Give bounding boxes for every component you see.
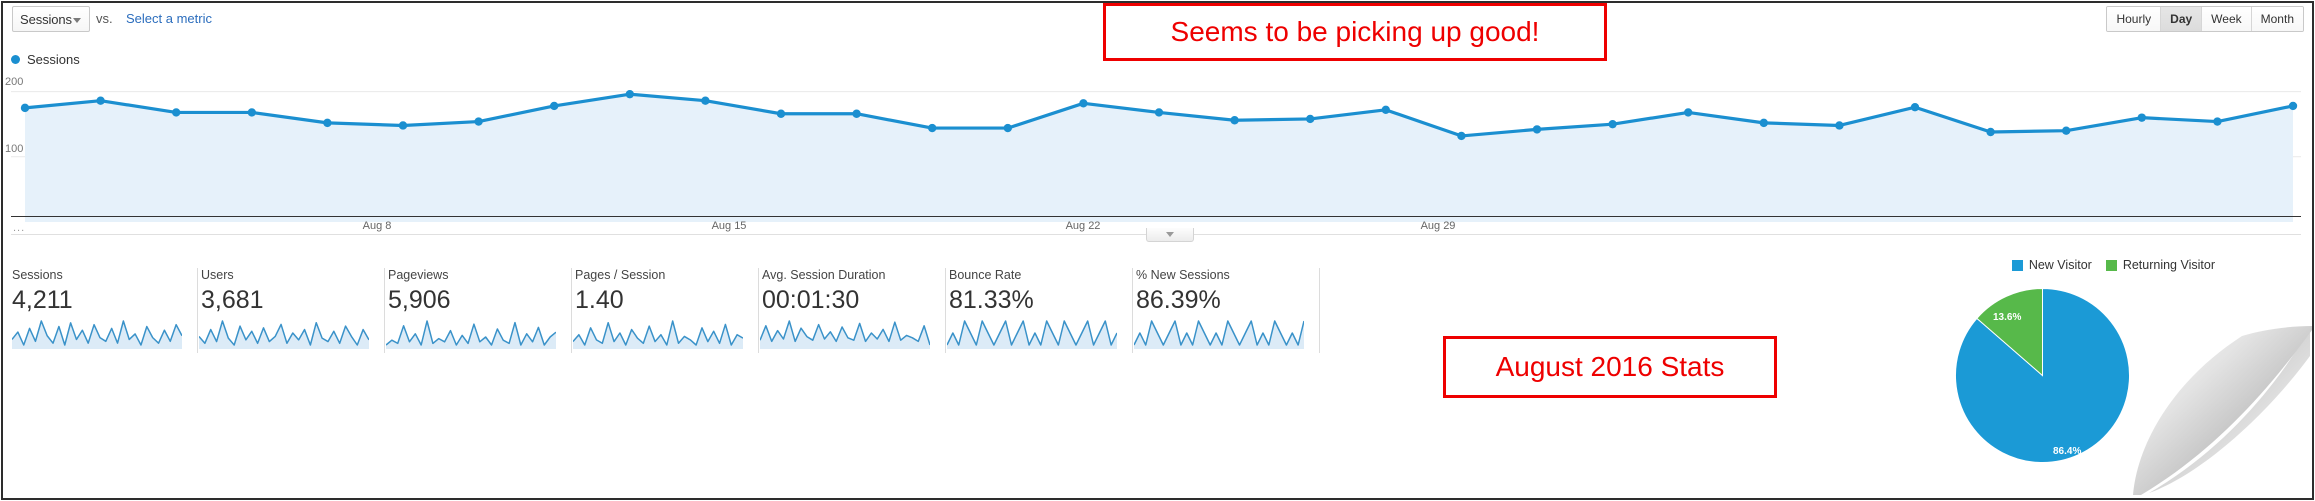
x-axis-tick-aug8: Aug 8 <box>362 220 392 232</box>
x-axis-leading-ellipsis: ... <box>13 222 26 234</box>
x-axis-tick-aug15: Aug 15 <box>711 220 747 232</box>
series-legend-label: Sessions <box>27 52 80 67</box>
metric-card-percent-new-sessions[interactable]: % New Sessions 86.39% <box>1133 268 1320 353</box>
metric-label: Avg. Session Duration <box>762 268 886 282</box>
visitor-type-pie-chart[interactable]: 86.4% 13.6% <box>1955 287 2130 463</box>
pie-slice-value-returning-visitor: 13.6% <box>1993 312 2022 323</box>
metric-label: Users <box>201 268 234 282</box>
granularity-hourly-button[interactable]: Hourly <box>2107 7 2162 31</box>
sessions-trend-chart-svg <box>11 89 2301 222</box>
sparkline <box>573 320 743 349</box>
chevron-down-icon <box>1166 232 1174 237</box>
annotation-callout-top: Seems to be picking up good! <box>1103 3 1607 61</box>
sparkline <box>1134 320 1304 349</box>
vs-label: vs. <box>96 11 113 26</box>
metric-value: 00:01:30 <box>762 286 860 314</box>
annotation-callout-bottom: August 2016 Stats <box>1443 336 1777 398</box>
visitor-pie-svg <box>1955 287 2130 463</box>
y-axis-tick-100: 100 <box>5 143 24 155</box>
granularity-day-button[interactable]: Day <box>2161 7 2203 31</box>
analytics-overview-screenshot: Sessions vs. Select a metric Hourly Day … <box>0 0 2315 501</box>
visitor-pie-legend: New Visitor Returning Visitor <box>2011 258 2215 272</box>
chart-expand-handle[interactable] <box>1146 228 1194 242</box>
metric-label: Pageviews <box>388 268 449 282</box>
series-color-dot-icon <box>11 55 20 64</box>
pie-slice-value-new-visitor: 86.4% <box>2053 446 2082 457</box>
metric-label: Pages / Session <box>575 268 666 282</box>
metric-value: 5,906 <box>388 286 451 314</box>
metric-card-pages-per-session[interactable]: Pages / Session 1.40 <box>572 268 759 353</box>
sparkline <box>199 320 369 349</box>
primary-metric-selector[interactable]: Sessions <box>12 6 90 32</box>
series-legend: Sessions <box>11 52 80 67</box>
sparkline <box>947 320 1117 349</box>
legend-label-new-visitor: New Visitor <box>2028 258 2092 272</box>
select-a-metric-link[interactable]: Select a metric <box>126 11 212 26</box>
metric-value: 4,211 <box>12 286 73 314</box>
legend-swatch-returning-visitor-icon <box>2105 259 2117 271</box>
metric-label: Sessions <box>12 268 63 282</box>
x-axis-tick-aug29: Aug 29 <box>1420 220 1456 232</box>
chevron-down-icon <box>73 18 81 23</box>
metric-value: 1.40 <box>575 286 624 314</box>
x-axis-tick-aug22: Aug 22 <box>1065 220 1101 232</box>
y-axis-tick-200: 200 <box>5 76 24 88</box>
sparkline <box>760 320 930 349</box>
legend-label-returning-visitor: Returning Visitor <box>2122 258 2215 272</box>
legend-swatch-new-visitor-icon <box>2011 259 2023 271</box>
sparkline <box>12 320 182 349</box>
metric-card-sessions[interactable]: Sessions 4,211 <box>11 268 198 353</box>
metrics-summary-row: Sessions 4,211 Users 3,681 Pageviews 5,9… <box>11 268 1320 353</box>
metric-value: 3,681 <box>201 286 264 314</box>
primary-metric-label: Sessions <box>20 12 72 27</box>
metric-card-avg-session-duration[interactable]: Avg. Session Duration 00:01:30 <box>759 268 946 353</box>
metric-label: % New Sessions <box>1136 268 1230 282</box>
granularity-month-button[interactable]: Month <box>2251 7 2303 31</box>
legend-item-returning-visitor[interactable]: Returning Visitor <box>2105 258 2215 272</box>
granularity-button-group: Hourly Day Week Month <box>2106 6 2304 32</box>
metric-card-pageviews[interactable]: Pageviews 5,906 <box>385 268 572 353</box>
metric-value: 86.39% <box>1136 286 1221 314</box>
legend-item-new-visitor[interactable]: New Visitor <box>2011 258 2092 272</box>
sparkline <box>386 320 556 349</box>
sessions-trend-chart[interactable] <box>11 72 2301 222</box>
metric-card-bounce-rate[interactable]: Bounce Rate 81.33% <box>946 268 1133 353</box>
metric-value: 81.33% <box>949 286 1034 314</box>
granularity-week-button[interactable]: Week <box>2202 7 2252 31</box>
metric-card-users[interactable]: Users 3,681 <box>198 268 385 353</box>
metric-label: Bounce Rate <box>949 268 1022 282</box>
